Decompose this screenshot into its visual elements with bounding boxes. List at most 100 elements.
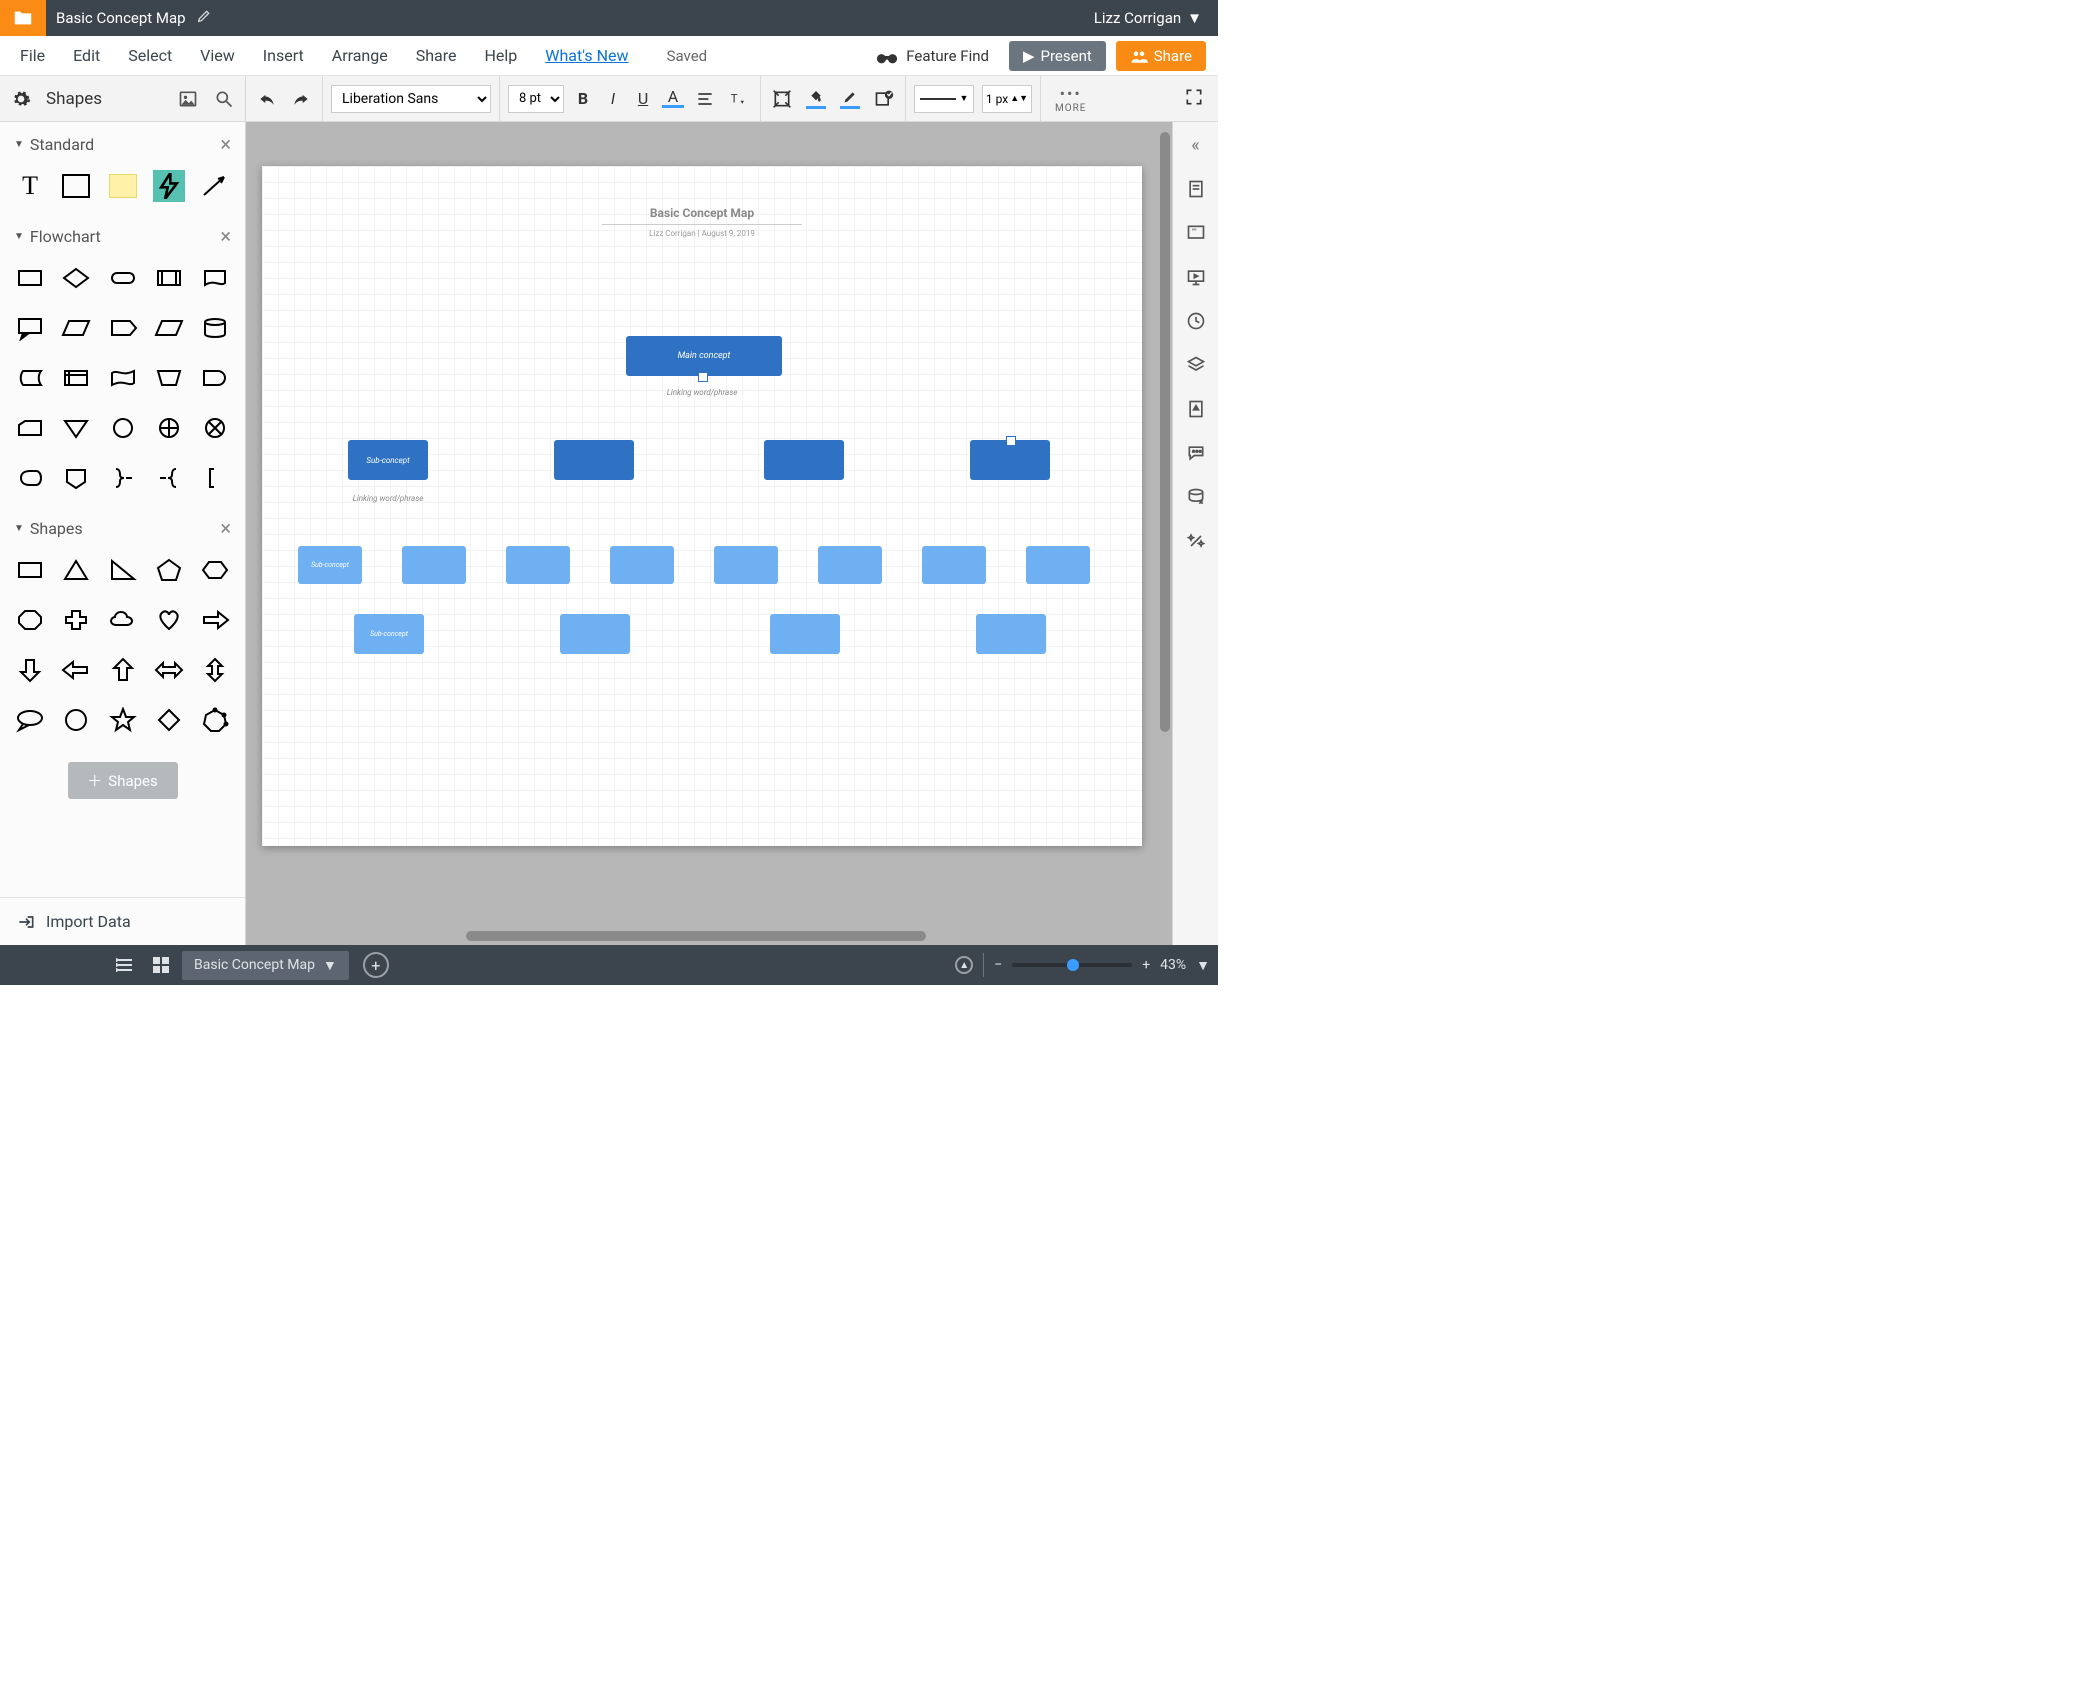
sh-cloud[interactable] [104, 602, 140, 638]
node-sub[interactable] [610, 546, 674, 584]
sh-cross[interactable] [58, 602, 94, 638]
sh-polygon[interactable] [197, 702, 233, 738]
fc-callout[interactable] [12, 310, 48, 346]
redo-icon[interactable] [288, 86, 314, 112]
sh-arrow-right[interactable] [197, 602, 233, 638]
sh-right-triangle[interactable] [104, 552, 140, 588]
rail-data-icon[interactable] [1181, 482, 1211, 512]
search-icon[interactable] [211, 86, 237, 112]
more-button[interactable]: ••• MORE [1049, 84, 1092, 114]
node-sub[interactable]: Sub-concept [348, 440, 428, 480]
sh-callout-cloud[interactable] [12, 702, 48, 738]
line-style-select[interactable]: ▼ [914, 85, 974, 113]
fc-terminator[interactable] [104, 260, 140, 296]
node-sub[interactable] [402, 546, 466, 584]
sh-pentagon[interactable] [151, 552, 187, 588]
fc-manual[interactable] [151, 360, 187, 396]
node-sub[interactable] [560, 614, 630, 654]
close-icon[interactable]: × [220, 132, 231, 156]
fc-offpage[interactable] [58, 460, 94, 496]
sh-heart[interactable] [151, 602, 187, 638]
page-tab[interactable]: Basic Concept Map ▼ [182, 951, 349, 980]
fc-delay[interactable] [197, 360, 233, 396]
fc-predefined[interactable] [151, 260, 187, 296]
node-sub[interactable] [818, 546, 882, 584]
folder-icon[interactable] [0, 0, 46, 36]
shape-rectangle[interactable] [58, 168, 94, 204]
sh-circle[interactable] [58, 702, 94, 738]
fc-merge[interactable] [58, 410, 94, 446]
zoom-out-button[interactable]: − [994, 957, 1002, 973]
menu-view[interactable]: View [186, 38, 249, 73]
fc-decision[interactable] [58, 260, 94, 296]
menu-select[interactable]: Select [114, 38, 186, 73]
horizontal-scrollbar[interactable] [466, 931, 926, 941]
rail-layers-icon[interactable] [1181, 350, 1211, 380]
canvas[interactable]: Basic Concept Map Lizz Corrigan | August… [246, 122, 1172, 945]
bold-button[interactable]: B [572, 89, 594, 108]
fc-brace-right[interactable] [104, 460, 140, 496]
page-title-block[interactable]: Basic Concept Map Lizz Corrigan | August… [602, 206, 802, 238]
link-label[interactable]: Linking word/phrase [662, 388, 742, 397]
menu-whats-new[interactable]: What's New [531, 38, 642, 73]
sh-triangle[interactable] [58, 552, 94, 588]
fill-bounds-button[interactable] [769, 86, 795, 112]
node-sub[interactable]: Sub-concept [298, 546, 362, 584]
rail-magic-icon[interactable] [1181, 526, 1211, 556]
sh-diamond[interactable] [151, 702, 187, 738]
node-main-concept[interactable]: Main concept [626, 336, 782, 376]
rename-icon[interactable] [196, 8, 212, 28]
node-sub[interactable] [554, 440, 634, 480]
section-shapes[interactable]: ▼ Shapes × [0, 506, 245, 548]
autosync-icon[interactable]: ▲ [955, 956, 973, 974]
list-view-icon[interactable] [110, 950, 140, 980]
fc-brace-left[interactable] [151, 460, 187, 496]
add-page-button[interactable]: + [363, 952, 389, 978]
fc-process[interactable] [12, 260, 48, 296]
fc-summing[interactable] [151, 410, 187, 446]
fc-tape[interactable] [104, 360, 140, 396]
gear-icon[interactable] [8, 86, 34, 112]
sh-arrow-lr[interactable] [151, 652, 187, 688]
font-select[interactable]: Liberation Sans [331, 85, 491, 113]
rail-theme-icon[interactable] [1181, 394, 1211, 424]
underline-button[interactable]: U [632, 89, 654, 108]
shape-options-button[interactable] [871, 86, 897, 112]
undo-icon[interactable] [254, 86, 280, 112]
rail-comments-icon[interactable] [1181, 438, 1211, 468]
node-sub[interactable] [922, 546, 986, 584]
menu-file[interactable]: File [6, 38, 59, 73]
fc-bracket[interactable] [197, 460, 233, 496]
fc-stored[interactable] [12, 360, 48, 396]
fc-display[interactable] [12, 460, 48, 496]
menu-share[interactable]: Share [402, 38, 471, 73]
fc-database[interactable] [197, 310, 233, 346]
fc-pentagon[interactable] [104, 310, 140, 346]
node-sub[interactable] [770, 614, 840, 654]
shape-text[interactable]: T [12, 168, 48, 204]
text-options-button[interactable]: T▾ [726, 86, 752, 112]
shape-sticky-note[interactable] [104, 168, 140, 204]
add-shapes-button[interactable]: ＋ Shapes [68, 762, 178, 799]
sh-star[interactable] [104, 702, 140, 738]
chevron-down-icon[interactable]: ▼ [1196, 957, 1210, 974]
insert-image-icon[interactable] [175, 86, 201, 112]
node-sub[interactable] [976, 614, 1046, 654]
fc-data[interactable] [58, 310, 94, 346]
rail-quote-icon[interactable]: "" [1181, 218, 1211, 248]
feature-find[interactable]: Feature Find [866, 41, 999, 71]
node-sub[interactable] [506, 546, 570, 584]
close-icon[interactable]: × [220, 516, 231, 540]
zoom-in-button[interactable]: + [1142, 957, 1150, 973]
menu-insert[interactable]: Insert [249, 38, 318, 73]
share-button[interactable]: Share [1116, 41, 1206, 71]
sh-hexagon[interactable] [197, 552, 233, 588]
section-standard[interactable]: ▼ Standard × [0, 122, 245, 164]
menu-help[interactable]: Help [471, 38, 532, 73]
collapse-rail-icon[interactable]: « [1181, 130, 1211, 160]
rail-present-icon[interactable] [1181, 262, 1211, 292]
fc-internal[interactable] [58, 360, 94, 396]
sh-arrow-down[interactable] [12, 652, 48, 688]
shape-arrow[interactable] [197, 168, 233, 204]
font-size-select[interactable]: 8 pt [508, 85, 564, 113]
